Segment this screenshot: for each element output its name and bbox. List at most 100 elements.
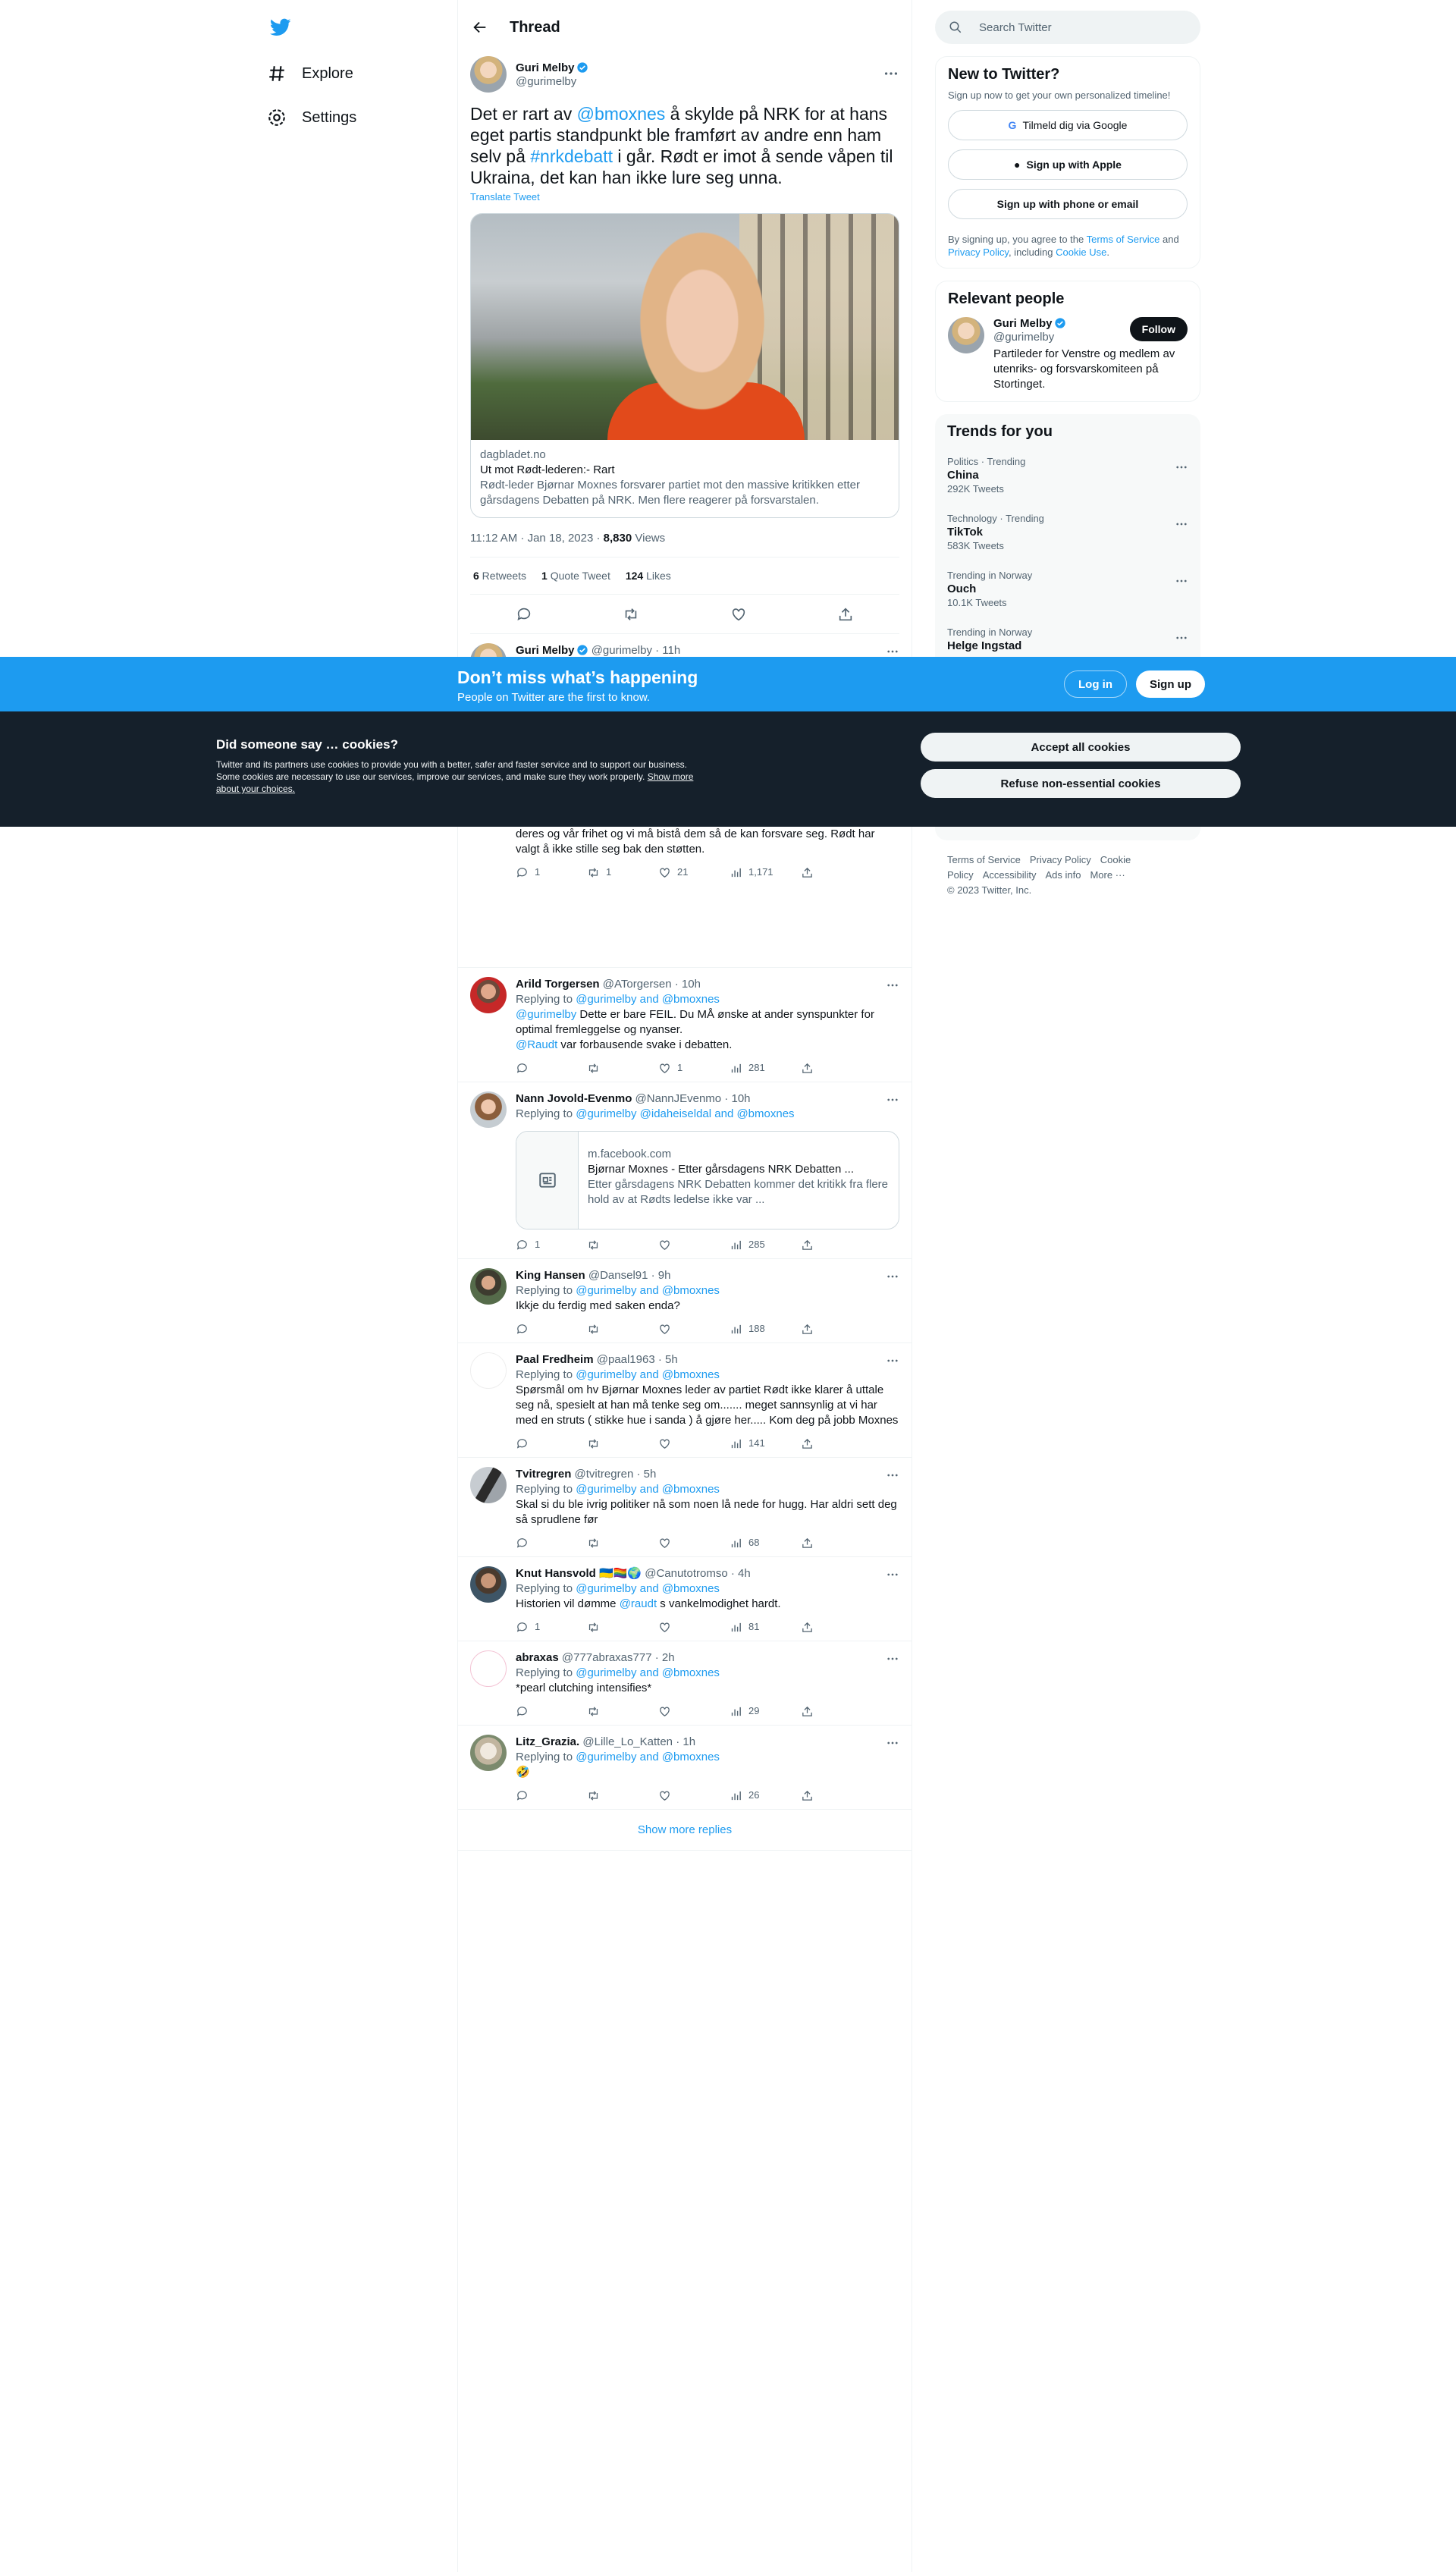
footer-link[interactable]: Ads info <box>1045 869 1081 881</box>
footer-link[interactable]: Accessibility <box>983 869 1037 881</box>
replying-to-link[interactable]: @gurimelby and @bmoxnes <box>576 1751 720 1763</box>
translate-link[interactable]: Translate Tweet <box>470 191 899 203</box>
reply-icon[interactable] <box>516 606 532 623</box>
reply-tweet[interactable]: Litz_Grazia. @Lille_Lo_Katten · 1h Reply… <box>458 1726 912 1810</box>
follow-button[interactable]: Follow <box>1129 317 1188 341</box>
nav-settings[interactable]: Settings <box>267 100 356 135</box>
share-button[interactable] <box>801 1619 872 1635</box>
share-button[interactable] <box>801 865 872 880</box>
more-icon[interactable] <box>1175 460 1188 474</box>
reply-button[interactable] <box>516 1436 587 1451</box>
reply-author-name[interactable]: abraxas <box>516 1651 559 1664</box>
reply-handle[interactable]: @tvitregren · 5h <box>575 1468 657 1481</box>
reply-handle[interactable]: @gurimelby · 11h <box>592 644 681 657</box>
share-button[interactable] <box>801 1237 872 1252</box>
more-icon[interactable] <box>886 1354 899 1368</box>
replying-to-link[interactable]: @gurimelby and @bmoxnes <box>576 1666 720 1679</box>
signup-button[interactable]: Sign up <box>1136 670 1205 698</box>
apple-signup-button[interactable]: ● Sign up with Apple <box>948 149 1188 180</box>
share-icon[interactable] <box>837 606 854 623</box>
replying-to-link[interactable]: @gurimelby @idaheiseldal and @bmoxnes <box>576 1107 794 1120</box>
reply-button[interactable]: 1 <box>516 1237 587 1252</box>
share-button[interactable] <box>801 1321 872 1336</box>
reply-button[interactable] <box>516 1704 587 1719</box>
retweet-button[interactable] <box>587 1619 658 1635</box>
author-handle[interactable]: @gurimelby <box>516 75 588 88</box>
avatar[interactable] <box>470 977 507 1013</box>
reply-handle[interactable]: @ATorgersen · 10h <box>603 978 701 991</box>
footer-link[interactable]: Privacy Policy <box>1030 854 1091 865</box>
reply-tweet[interactable]: Arild Torgersen @ATorgersen · 10h Replyi… <box>458 968 912 1082</box>
reply-author-name[interactable]: Guri Melby <box>516 644 575 657</box>
views-button[interactable]: 188 <box>730 1321 801 1336</box>
views-button[interactable]: 141 <box>730 1436 801 1451</box>
like-button[interactable]: 21 <box>658 865 730 880</box>
more-icon[interactable] <box>1175 574 1188 588</box>
share-button[interactable] <box>801 1060 872 1076</box>
more-icon[interactable] <box>883 65 899 82</box>
reply-tweet[interactable]: Tvitregren @tvitregren · 5h Replying to … <box>458 1458 912 1557</box>
mention-link[interactable]: @raudt <box>620 1597 657 1610</box>
reply-author-name[interactable]: King Hansen <box>516 1269 585 1282</box>
mention-link[interactable]: @Raudt <box>516 1038 557 1051</box>
views-button[interactable]: 26 <box>730 1788 801 1803</box>
reply-button[interactable]: 1 <box>516 1619 587 1635</box>
refuse-cookies-button[interactable]: Refuse non-essential cookies <box>921 769 1241 798</box>
retweet-button[interactable] <box>587 1535 658 1550</box>
reply-button[interactable] <box>516 1321 587 1336</box>
avatar[interactable] <box>470 1566 507 1603</box>
like-button[interactable] <box>658 1788 730 1803</box>
reply-button[interactable] <box>516 1788 587 1803</box>
share-button[interactable] <box>801 1535 872 1550</box>
retweet-button[interactable] <box>587 1788 658 1803</box>
more-icon[interactable] <box>886 1270 899 1283</box>
views-button[interactable]: 281 <box>730 1060 801 1076</box>
retweet-icon[interactable] <box>623 606 639 623</box>
views-button[interactable]: 81 <box>730 1619 801 1635</box>
views-button[interactable]: 68 <box>730 1535 801 1550</box>
avatar[interactable] <box>470 1735 507 1771</box>
trend-item[interactable]: Trending in Norway Ouch 10.1K Tweets <box>947 561 1188 617</box>
relevant-person[interactable]: Guri Melby @gurimelby Partileder for Ven… <box>948 317 1188 392</box>
like-button[interactable] <box>658 1321 730 1336</box>
nav-explore[interactable]: Explore <box>267 56 353 91</box>
avatar[interactable] <box>470 1467 507 1503</box>
reply-tweet[interactable]: abraxas @777abraxas777 · 2h Replying to … <box>458 1641 912 1726</box>
like-button[interactable] <box>658 1436 730 1451</box>
quotes-stat[interactable]: 1 Quote Tweet <box>541 570 610 582</box>
back-arrow-icon[interactable] <box>472 19 488 36</box>
mention-link[interactable]: @bmoxnes <box>577 104 666 124</box>
avatar[interactable] <box>470 1091 507 1128</box>
more-icon[interactable] <box>886 1568 899 1581</box>
cookie-use-link[interactable]: Cookie Use <box>1056 247 1106 258</box>
accept-cookies-button[interactable]: Accept all cookies <box>921 733 1241 762</box>
like-button[interactable] <box>658 1237 730 1252</box>
avatar[interactable] <box>470 1352 507 1389</box>
replying-to-link[interactable]: @gurimelby and @bmoxnes <box>576 1483 720 1496</box>
reply-handle[interactable]: @paal1963 · 5h <box>597 1353 678 1366</box>
retweet-button[interactable] <box>587 1060 658 1076</box>
trend-item[interactable]: Trending in Norway Helge Ingstad <box>947 617 1188 661</box>
views-button[interactable]: 1,171 <box>730 865 801 880</box>
more-icon[interactable] <box>886 1652 899 1666</box>
google-signup-button[interactable]: G Tilmeld dig via Google <box>948 110 1188 140</box>
login-button[interactable]: Log in <box>1064 670 1127 698</box>
retweet-button[interactable]: 1 <box>587 865 658 880</box>
reply-button[interactable] <box>516 1535 587 1550</box>
replying-to-link[interactable]: @gurimelby and @bmoxnes <box>576 1582 720 1595</box>
hashtag-link[interactable]: #nrkdebatt <box>530 146 613 166</box>
like-button[interactable] <box>658 1619 730 1635</box>
more-icon[interactable] <box>886 1736 899 1750</box>
share-button[interactable] <box>801 1436 872 1451</box>
tweet-time[interactable]: 11:12 AM · Jan 18, 2023 · <box>470 532 604 545</box>
trend-item[interactable]: Politics · Trending China 292K Tweets <box>947 447 1188 504</box>
reply-tweet[interactable]: King Hansen @Dansel91 · 9h Replying to @… <box>458 1259 912 1343</box>
reply-author-name[interactable]: Paal Fredheim <box>516 1353 594 1366</box>
search-input[interactable]: Search Twitter <box>935 11 1200 44</box>
avatar[interactable] <box>948 317 984 353</box>
reply-handle[interactable]: @Lille_Lo_Katten · 1h <box>582 1735 695 1748</box>
views-button[interactable]: 285 <box>730 1237 801 1252</box>
reply-author-name[interactable]: Litz_Grazia. <box>516 1735 579 1748</box>
share-button[interactable] <box>801 1704 872 1719</box>
twitter-logo-icon[interactable] <box>268 17 293 38</box>
